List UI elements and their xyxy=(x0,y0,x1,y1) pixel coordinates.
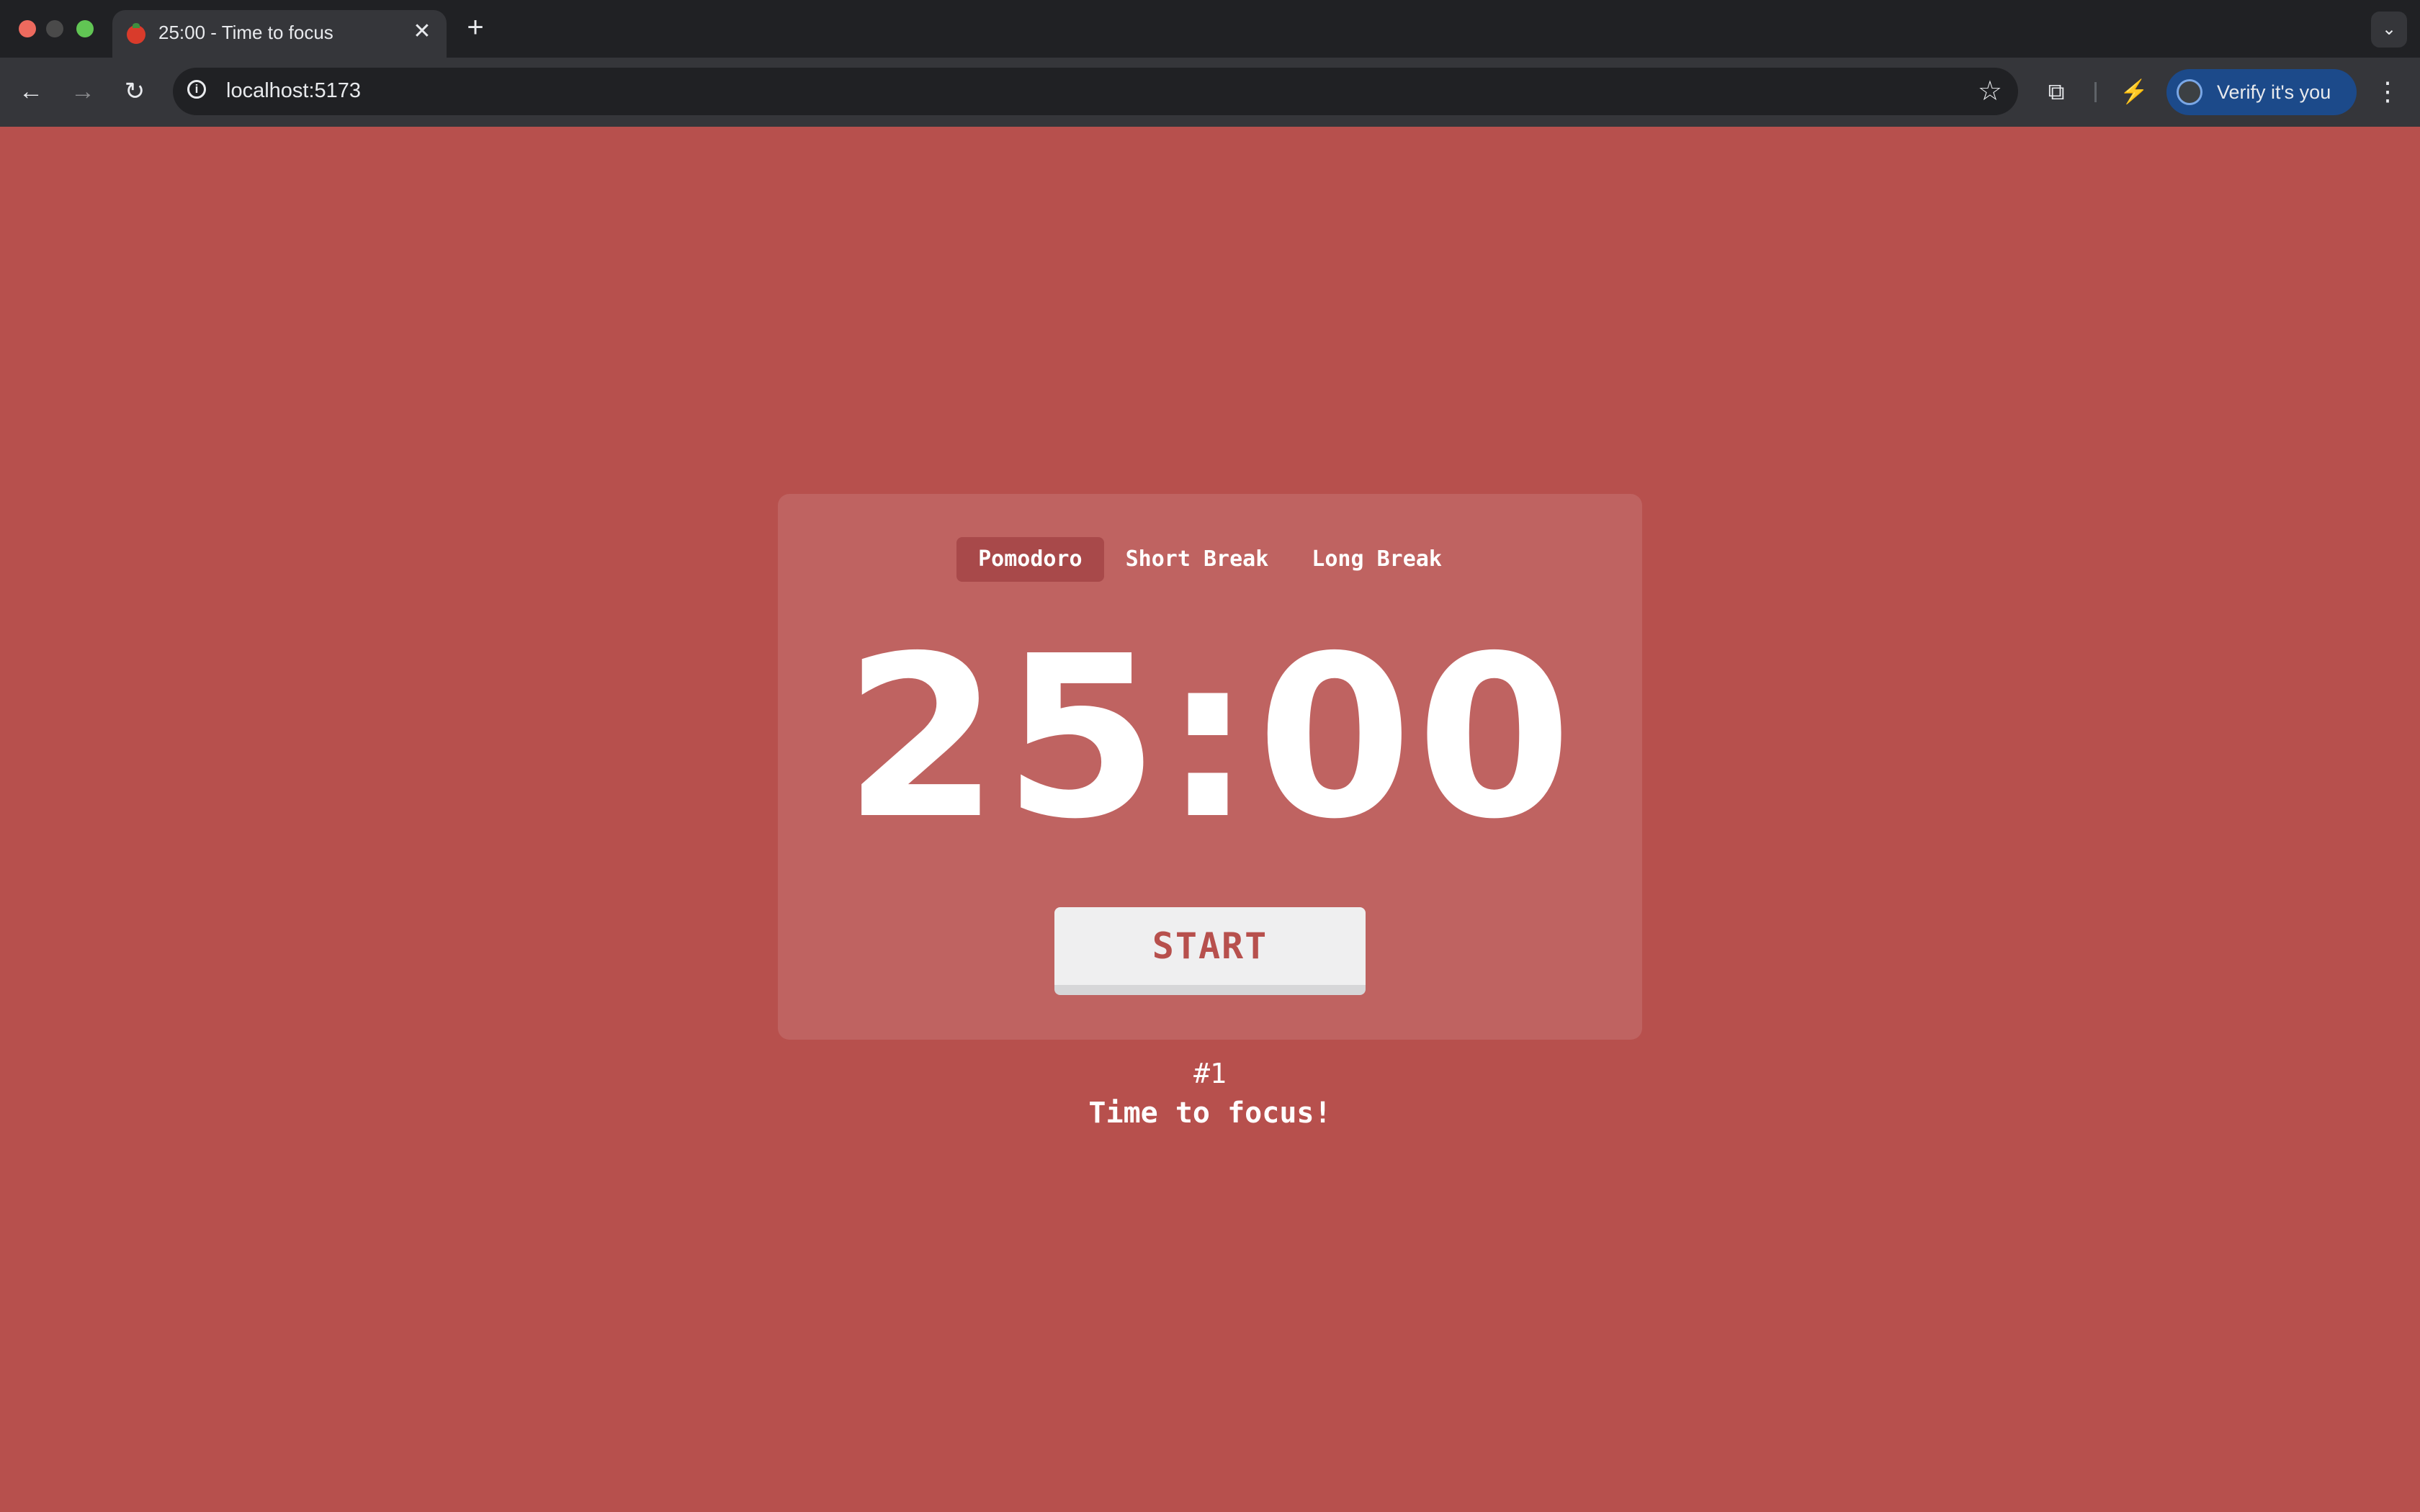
round-counter: #1 xyxy=(1193,1058,1227,1089)
extensions-puzzle-icon[interactable]: ⧉ xyxy=(2038,73,2074,109)
back-arrow-icon[interactable]: ← xyxy=(13,73,49,109)
tab-short-break[interactable]: Short Break xyxy=(1104,537,1291,582)
tab-title: 25:00 - Time to focus xyxy=(158,22,333,43)
timer-card: Pomodoro Short Break Long Break 25:00 ST… xyxy=(778,494,1642,1040)
bookmark-star-icon[interactable]: ☆ xyxy=(1978,75,2002,108)
new-tab-button[interactable]: + xyxy=(461,13,490,42)
browser-tab-bar: 25:00 - Time to focus ✕ + ⌄ xyxy=(0,0,2420,58)
forward-arrow-icon[interactable]: → xyxy=(65,73,101,109)
maximize-window-icon[interactable] xyxy=(76,20,94,37)
performance-icon[interactable]: ⚡ xyxy=(2116,73,2152,109)
minimize-window-icon[interactable] xyxy=(46,20,63,37)
close-tab-icon[interactable]: ✕ xyxy=(409,19,435,45)
browser-tab[interactable]: 25:00 - Time to focus ✕ xyxy=(112,10,447,58)
tab-search-button[interactable]: ⌄ xyxy=(2371,12,2407,48)
status-message: Time to focus! xyxy=(1088,1097,1332,1130)
reload-icon[interactable]: ↻ xyxy=(117,73,153,109)
site-info-icon[interactable]: i xyxy=(187,80,206,99)
url-text[interactable]: localhost:5173 xyxy=(226,79,361,103)
tomato-favicon-icon xyxy=(127,23,145,44)
more-menu-icon[interactable]: ⋮ xyxy=(2370,73,2406,109)
start-button[interactable]: START xyxy=(1054,907,1366,995)
verify-label: Verify it's you xyxy=(2217,81,2331,103)
address-bar[interactable]: i localhost:5173 ☆ xyxy=(173,68,2018,115)
profile-verify-button[interactable]: Verify it's you xyxy=(2166,69,2357,115)
mode-tabs: Pomodoro Short Break Long Break xyxy=(778,537,1642,582)
close-window-icon[interactable] xyxy=(19,20,36,37)
toolbar-divider xyxy=(2094,82,2097,102)
tab-pomodoro[interactable]: Pomodoro xyxy=(956,537,1104,582)
avatar xyxy=(2177,79,2202,105)
timer-display: 25:00 xyxy=(843,608,1577,868)
tab-long-break[interactable]: Long Break xyxy=(1290,537,1464,582)
browser-toolbar: ← → ↻ i localhost:5173 ☆ ⧉ ⚡ Verify it's… xyxy=(0,58,2420,127)
